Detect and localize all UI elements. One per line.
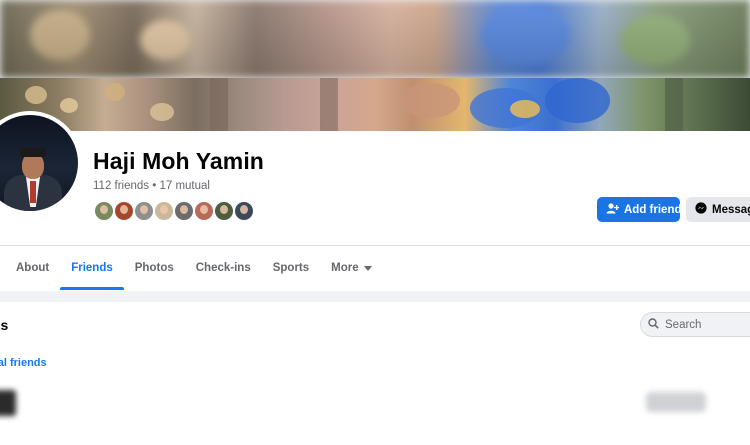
profile-name: Haji Moh Yamin bbox=[93, 148, 264, 174]
friends-section-title: ds bbox=[0, 317, 9, 333]
tab-friends[interactable]: Friends bbox=[60, 246, 124, 290]
search-icon bbox=[648, 317, 659, 332]
cover-photo[interactable] bbox=[0, 78, 750, 131]
tab-sports[interactable]: Sports bbox=[262, 246, 320, 290]
mutual-friend-avatar[interactable] bbox=[153, 200, 175, 222]
mutual-friends-tab[interactable]: ual friends bbox=[0, 357, 47, 369]
add-friend-button[interactable]: Add friend bbox=[597, 197, 682, 222]
chevron-down-icon bbox=[363, 265, 372, 271]
mutual-friend-avatar[interactable] bbox=[133, 200, 155, 222]
message-button[interactable]: Message bbox=[686, 197, 750, 222]
blurred-cover-background bbox=[0, 0, 750, 78]
mutual-friend-avatar[interactable] bbox=[113, 200, 135, 222]
tab-more[interactable]: More bbox=[320, 246, 382, 290]
mutual-friends-avatars[interactable] bbox=[93, 200, 255, 222]
friends-section: ds Search ual friends bbox=[0, 302, 750, 445]
profile-header: Haji Moh Yamin 112 friends • 17 mutual A… bbox=[0, 111, 750, 291]
mutual-friend-avatar[interactable] bbox=[233, 200, 255, 222]
friends-search-input[interactable]: Search bbox=[640, 312, 750, 337]
tab-check-ins[interactable]: Check-ins bbox=[185, 246, 262, 290]
tab-about[interactable]: About bbox=[0, 246, 60, 290]
mutual-friend-avatar[interactable] bbox=[213, 200, 235, 222]
profile-tabs: About Friends Photos Check-ins Sports Mo… bbox=[0, 246, 383, 290]
add-friend-icon bbox=[606, 202, 620, 217]
message-label: Message bbox=[712, 203, 750, 216]
mutual-friend-avatar[interactable] bbox=[193, 200, 215, 222]
add-friend-label: Add friend bbox=[624, 203, 682, 216]
blurred-friend-row bbox=[0, 384, 750, 434]
mutual-friend-avatar[interactable] bbox=[173, 200, 195, 222]
messenger-icon bbox=[695, 202, 707, 217]
mutual-friend-avatar[interactable] bbox=[93, 200, 115, 222]
tab-photos[interactable]: Photos bbox=[124, 246, 185, 290]
friends-count[interactable]: 112 friends • 17 mutual bbox=[93, 180, 210, 192]
search-placeholder: Search bbox=[665, 318, 702, 331]
